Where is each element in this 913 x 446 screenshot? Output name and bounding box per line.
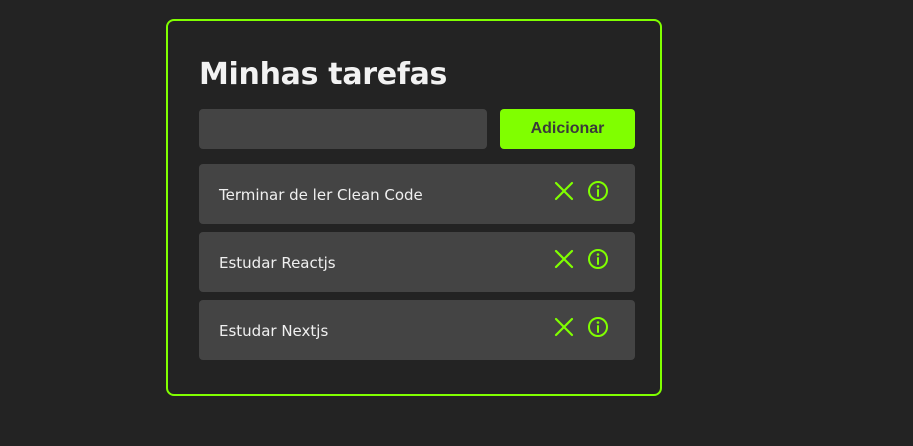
task-info-button[interactable] bbox=[587, 180, 609, 202]
task-panel: Minhas tarefas Adicionar Terminar de ler… bbox=[166, 19, 662, 396]
task-input[interactable] bbox=[199, 109, 487, 149]
task-info-button[interactable] bbox=[587, 248, 609, 270]
add-task-button[interactable]: Adicionar bbox=[500, 109, 635, 149]
task-item: Estudar Nextjs bbox=[199, 300, 635, 360]
info-icon bbox=[588, 249, 608, 269]
close-icon bbox=[554, 317, 574, 337]
close-icon bbox=[554, 181, 574, 201]
task-list: Terminar de ler Clean Code Estudar React… bbox=[199, 164, 635, 368]
task-title: Estudar Nextjs bbox=[219, 322, 329, 340]
close-icon bbox=[554, 249, 574, 269]
remove-task-button[interactable] bbox=[553, 316, 575, 338]
task-title: Estudar Reactjs bbox=[219, 254, 336, 272]
info-icon bbox=[588, 317, 608, 337]
info-icon bbox=[588, 181, 608, 201]
add-task-form: Adicionar bbox=[199, 109, 635, 149]
page-title: Minhas tarefas bbox=[199, 57, 448, 92]
task-item: Terminar de ler Clean Code bbox=[199, 164, 635, 224]
task-item: Estudar Reactjs bbox=[199, 232, 635, 292]
task-title: Terminar de ler Clean Code bbox=[219, 186, 423, 204]
remove-task-button[interactable] bbox=[553, 248, 575, 270]
remove-task-button[interactable] bbox=[553, 180, 575, 202]
task-info-button[interactable] bbox=[587, 316, 609, 338]
